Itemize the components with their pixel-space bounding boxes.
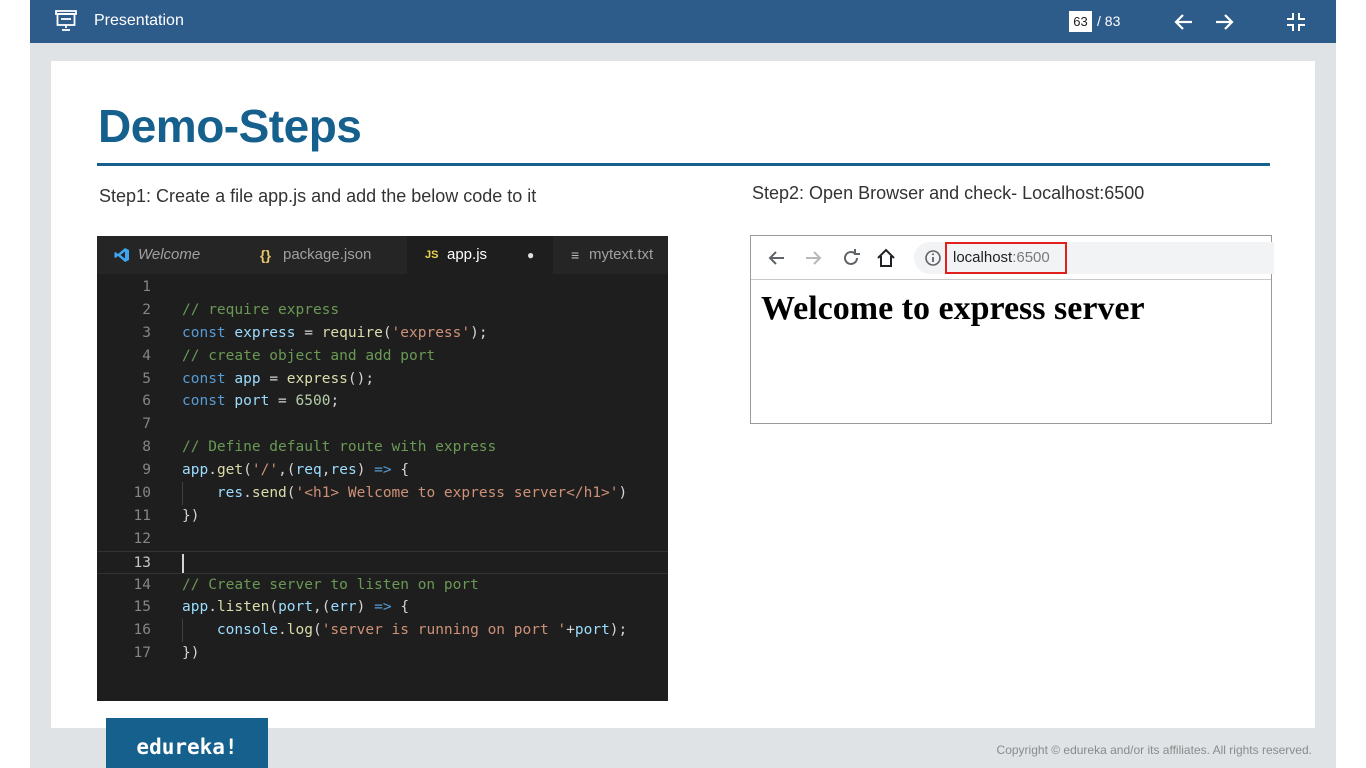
code-line: 6 const port = 6500;	[142, 393, 340, 410]
tab-app-js[interactable]: JS app.js ●	[407, 236, 553, 274]
info-icon[interactable]	[924, 249, 942, 267]
presentation-toolbar: Presentation 63 / 83	[30, 0, 1336, 43]
code-line: 1	[142, 279, 151, 295]
slide-title: Demo-Steps	[98, 100, 362, 152]
step2-text: Step2: Open Browser and check- Localhost…	[752, 183, 1145, 203]
total-pages: / 83	[1097, 13, 1121, 29]
json-icon: {}	[260, 247, 271, 263]
browser-toolbar: localhost:6500	[751, 236, 1274, 280]
tab-app-js-label: app.js	[447, 246, 488, 263]
title-divider	[97, 163, 1270, 166]
slide: Demo-Steps Step1: Create a file app.js a…	[51, 61, 1315, 728]
code-line: 12	[133, 530, 151, 547]
arrow-right-icon[interactable]	[1211, 9, 1237, 35]
code-line: 14// Create server to listen on port	[133, 576, 479, 593]
url-port: :6500	[1012, 249, 1050, 266]
presentation-icon	[55, 10, 77, 31]
text-file-icon: ≡	[571, 247, 580, 263]
url-host: localhost	[953, 249, 1013, 266]
forward-icon[interactable]	[802, 247, 824, 269]
code-area[interactable]: 1 2// require express 3 const express = r…	[97, 276, 668, 665]
presentation-title: Presentation	[94, 12, 184, 29]
code-editor: Welcome {} package.json JS app.js ● ≡ my…	[97, 236, 668, 701]
editor-tabs: Welcome {} package.json JS app.js ● ≡ my…	[97, 236, 668, 274]
code-line: 7	[142, 416, 151, 433]
unsaved-dot-icon[interactable]: ●	[527, 236, 534, 274]
copyright-text: Copyright © edureka and/or its affiliate…	[996, 743, 1312, 757]
right-margin	[1336, 0, 1366, 768]
vscode-icon	[114, 248, 129, 262]
reload-icon[interactable]	[840, 247, 862, 269]
browser-window: localhost:6500 Welcome to express server	[750, 235, 1274, 424]
tab-package-json-label: package.json	[283, 246, 372, 263]
js-icon: JS	[425, 249, 439, 261]
code-line: 8// Define default route with express	[142, 439, 497, 456]
back-icon[interactable]	[766, 247, 788, 269]
code-line: 5 const app = express();	[142, 370, 375, 387]
tab-mytext-label: mytext.txt	[589, 246, 654, 263]
code-line-active: 13	[97, 550, 668, 574]
exit-fullscreen-icon[interactable]	[1283, 9, 1309, 35]
url-highlight: localhost:6500	[945, 242, 1067, 274]
code-line: 2// require express	[142, 301, 340, 318]
code-line: 11})	[133, 507, 200, 524]
page-heading: Welcome to express server	[761, 290, 1145, 327]
code-line: 16 console.log('server is running on por…	[97, 619, 668, 643]
home-icon[interactable]	[875, 247, 897, 269]
tab-welcome-label: Welcome	[138, 246, 201, 263]
code-line: 17})	[133, 645, 200, 662]
text-cursor	[182, 553, 184, 573]
code-line: 4// create object and add port	[142, 347, 436, 364]
left-margin	[0, 0, 30, 768]
step1-text: Step1: Create a file app.js and add the …	[99, 186, 537, 206]
arrow-left-icon[interactable]	[1171, 9, 1197, 35]
current-page-input[interactable]: 63	[1069, 11, 1092, 32]
tab-mytext-txt[interactable]: ≡ mytext.txt	[553, 236, 668, 274]
code-line: 3 const express = require('express');	[142, 324, 488, 341]
edureka-logo: edureka!	[106, 718, 268, 768]
code-line: 10 res.send('<h1> Welcome to express ser…	[97, 482, 668, 505]
code-line: 15 app.listen(port,(err) => {	[133, 599, 410, 616]
address-bar[interactable]: localhost:6500	[914, 242, 1274, 274]
code-line: 9 app.get('/',(req,res) => {	[142, 462, 410, 479]
tab-package-json[interactable]: {} package.json	[242, 236, 407, 274]
tab-welcome[interactable]: Welcome	[97, 236, 242, 274]
